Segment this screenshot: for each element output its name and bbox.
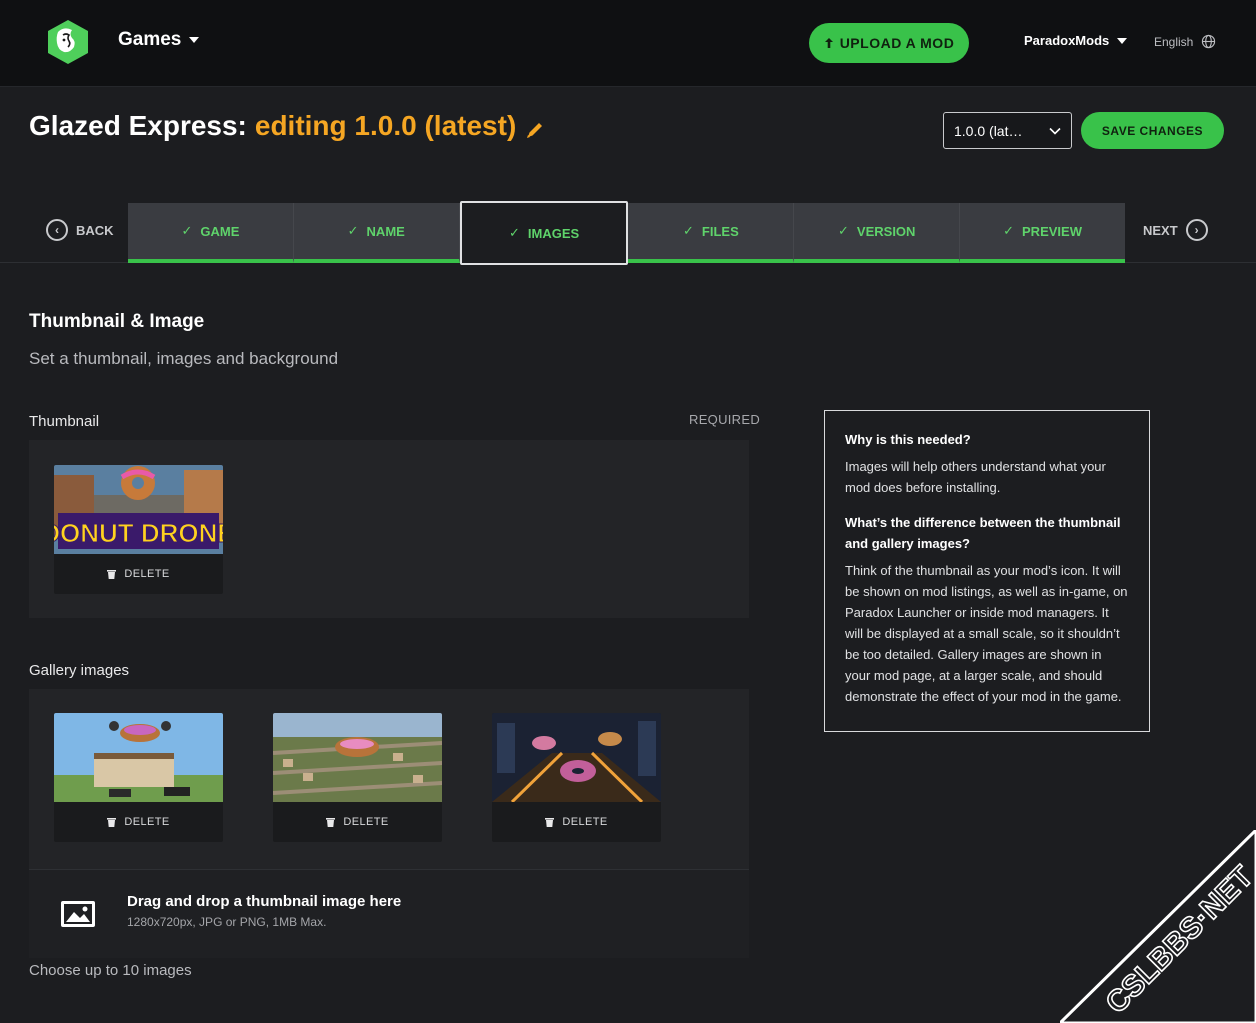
gallery-card: DELETE (273, 713, 442, 842)
back-label: BACK (76, 222, 114, 238)
gallery-panel: DELETE DELETE DELETE (29, 689, 749, 869)
tab-name[interactable]: ✓ NAME (293, 203, 460, 263)
tab-images[interactable]: ✓ IMAGES (459, 201, 629, 265)
arrow-up-icon (824, 38, 833, 48)
pencil-icon[interactable] (524, 119, 546, 141)
check-icon: ✓ (838, 223, 849, 238)
tab-label: NAME (366, 223, 405, 239)
tab-preview[interactable]: ✓ PREVIEW (960, 203, 1125, 263)
next-button[interactable]: NEXT › (1143, 219, 1208, 241)
delete-label: DELETE (124, 816, 170, 828)
watermark-text: CSLBBS·NET (1100, 860, 1256, 1020)
trash-icon (107, 570, 117, 579)
image-dropzone[interactable]: Drag and drop a thumbnail image here 128… (29, 869, 749, 958)
top-navigation-bar: Games UPLOAD A MOD ParadoxMods English (0, 0, 1256, 87)
check-icon: ✓ (683, 223, 694, 238)
section-subtitle: Set a thumbnail, images and background (29, 349, 339, 368)
help-question: Why is this needed? (845, 432, 971, 447)
tab-label: VERSION (856, 223, 916, 239)
help-answer: Images will help others understand what … (845, 459, 1106, 495)
thumbnail-label: Thumbnail (29, 413, 100, 430)
user-name: ParadoxMods (1024, 33, 1110, 48)
thumbnail-panel: DONUT DRONE DELETE (29, 440, 749, 618)
tab-game[interactable]: ✓ GAME (128, 203, 294, 263)
gallery-delete-button[interactable]: DELETE (54, 802, 223, 842)
version-select[interactable]: 1.0.0 (lat… (943, 112, 1072, 149)
check-icon: ✓ (181, 223, 193, 238)
back-button[interactable]: ‹ BACK (46, 219, 114, 241)
trash-icon (107, 818, 117, 827)
thumbnail-image[interactable]: DONUT DRONE (54, 465, 223, 554)
paradox-mods-logo-icon[interactable] (44, 18, 92, 66)
section-title: Thumbnail & Image (29, 311, 205, 332)
delete-label: DELETE (562, 816, 608, 828)
check-icon: ✓ (1003, 223, 1015, 238)
tab-label: GAME (200, 223, 240, 239)
choose-images-hint: Choose up to 10 images (29, 962, 192, 979)
gallery-image[interactable] (492, 713, 661, 802)
chevron-down-icon (1049, 127, 1061, 135)
mod-name-title: Glazed Express: (29, 110, 247, 141)
thumbnail-delete-button[interactable]: DELETE (54, 554, 223, 594)
image-upload-icon (61, 901, 95, 927)
tab-label: FILES (701, 223, 739, 239)
trash-icon (326, 818, 336, 827)
gallery-delete-button[interactable]: DELETE (273, 802, 442, 842)
chevron-down-icon (189, 37, 200, 43)
games-label: Games (118, 29, 182, 50)
next-label: NEXT (1143, 222, 1178, 238)
watermark: CSLBBS·NET (1060, 830, 1256, 1023)
check-icon: ✓ (508, 225, 520, 240)
version-select-value: 1.0.0 (lat… (954, 122, 1023, 139)
upload-mod-button[interactable]: UPLOAD A MOD (809, 23, 969, 63)
globe-icon (1202, 34, 1216, 49)
save-changes-button[interactable]: SAVE CHANGES (1081, 112, 1224, 149)
games-dropdown[interactable]: Games (118, 29, 200, 51)
step-tabs: ✓ GAME ✓ NAME ✓ IMAGES ✓ FILES ✓ VERSION… (128, 201, 1125, 265)
gallery-image[interactable] (273, 713, 442, 802)
language-selector[interactable]: English (1154, 34, 1216, 49)
tab-label: PREVIEW (1022, 223, 1082, 239)
user-menu[interactable]: ParadoxMods (1024, 33, 1128, 48)
tab-version[interactable]: ✓ VERSION (794, 203, 961, 263)
tab-label: IMAGES (527, 225, 580, 241)
check-icon: ✓ (347, 223, 359, 238)
language-label: English (1154, 34, 1194, 49)
gallery-label: Gallery images (29, 662, 130, 679)
gallery-card: DELETE (492, 713, 661, 842)
gallery-delete-button[interactable]: DELETE (492, 802, 661, 842)
required-label: REQUIRED (689, 412, 761, 427)
help-answer: Think of the thumbnail as your mod’s ico… (845, 563, 1128, 704)
gallery-image[interactable] (54, 713, 223, 802)
page-title: Glazed Express: editing 1.0.0 (latest) (29, 110, 546, 142)
editing-version-title: editing 1.0.0 (latest) (254, 110, 517, 141)
chevron-left-icon: ‹ (46, 219, 68, 241)
dropzone-title: Drag and drop a thumbnail image here (127, 893, 402, 910)
delete-label: DELETE (343, 816, 389, 828)
help-box: Why is this needed? Images will help oth… (824, 410, 1150, 732)
dropzone-subtitle: 1280x720px, JPG or PNG, 1MB Max. (127, 915, 327, 929)
chevron-right-icon: › (1185, 219, 1208, 241)
upload-mod-label: UPLOAD A MOD (839, 35, 955, 51)
help-question: What’s the difference between the thumbn… (845, 515, 1121, 551)
delete-label: DELETE (124, 568, 170, 580)
chevron-down-icon (1117, 37, 1128, 44)
gallery-card: DELETE (54, 713, 223, 842)
thumbnail-card: DONUT DRONE DELETE (54, 465, 223, 594)
trash-icon (545, 818, 555, 827)
tab-files[interactable]: ✓ FILES (628, 203, 795, 263)
thumbnail-image-text: DONUT DRONE (54, 518, 223, 548)
